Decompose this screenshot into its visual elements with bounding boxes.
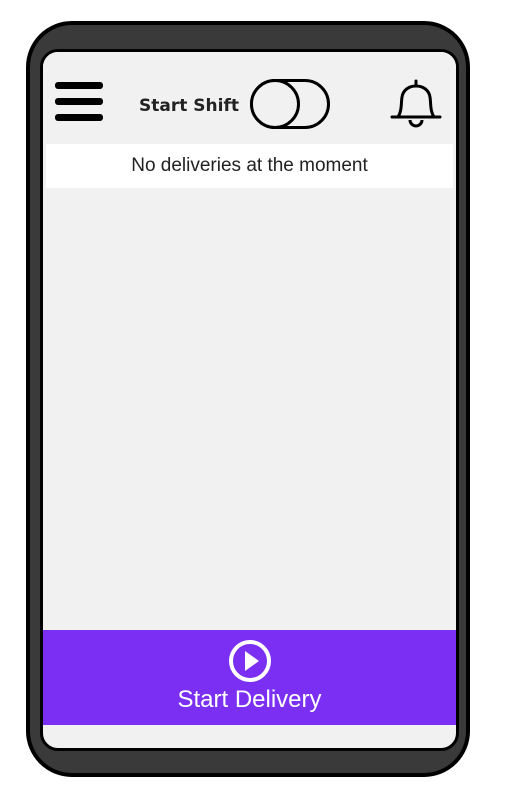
start-delivery-label: Start Delivery: [177, 685, 322, 713]
start-delivery-button[interactable]: Start Delivery: [43, 630, 456, 725]
start-shift-toggle[interactable]: [250, 79, 330, 129]
menu-bar-bottom: [55, 114, 103, 121]
start-shift-label: Start Shift: [139, 96, 239, 116]
app-header: Start Shift: [43, 52, 456, 144]
menu-bar-middle: [55, 98, 103, 105]
notifications-button[interactable]: [386, 77, 446, 133]
menu-button[interactable]: [55, 80, 103, 124]
menu-bar-top: [55, 82, 103, 89]
delivery-status-panel: No deliveries at the moment: [46, 144, 453, 188]
no-deliveries-message: No deliveries at the moment: [131, 155, 368, 176]
play-icon: [228, 639, 271, 682]
toggle-knob: [250, 79, 300, 129]
app-screen: Start Shift No deliveries at the moment …: [40, 49, 459, 751]
bell-icon: [390, 79, 442, 128]
